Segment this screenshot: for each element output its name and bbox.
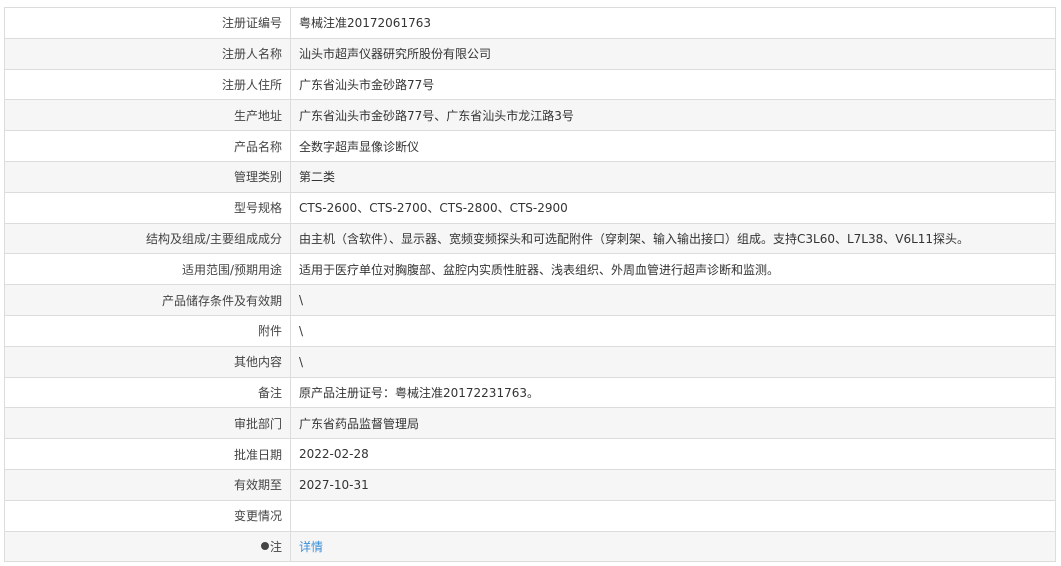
row-label: 有效期至	[4, 468, 291, 501]
table-row: 产品名称 全数字超声显像诊断仪	[4, 130, 1056, 162]
row-label: 适用范围/预期用途	[4, 253, 291, 286]
table-row: 有效期至 2027-10-31	[4, 468, 1056, 501]
table-row: 适用范围/预期用途 适用于医疗单位对胸腹部、盆腔内实质性脏器、浅表组织、外周血管进…	[4, 253, 1056, 286]
row-label: 批准日期	[4, 438, 291, 470]
row-value: 汕头市超声仪器研究所股份有限公司	[290, 37, 1056, 70]
table-row: 注册人名称 汕头市超声仪器研究所股份有限公司	[4, 37, 1056, 70]
table-row-note: 注 详情	[4, 530, 1056, 563]
row-value: 适用于医疗单位对胸腹部、盆腔内实质性脏器、浅表组织、外周血管进行超声诊断和监测。	[290, 253, 1056, 286]
row-value: 粤械注准20172061763	[290, 7, 1056, 39]
registration-detail-table: 注册证编号 粤械注准20172061763 注册人名称 汕头市超声仪器研究所股份有限公…	[4, 7, 1056, 563]
pin-icon	[260, 542, 269, 551]
row-value: 全数字超声显像诊断仪	[290, 130, 1056, 162]
row-label: 审批部门	[4, 407, 291, 440]
table-row: 批准日期 2022-02-28	[4, 438, 1056, 470]
row-value: \	[290, 314, 1056, 347]
row-label: 备注	[4, 376, 291, 409]
details-link[interactable]: 详情	[299, 540, 323, 554]
row-value: 原产品注册证号：粤械注准20172231763。	[290, 376, 1056, 409]
row-label: 注册人名称	[4, 37, 291, 70]
row-label: 注册人住所	[4, 68, 291, 101]
row-label: 管理类别	[4, 160, 291, 193]
row-label: 注	[4, 530, 291, 563]
row-label: 产品名称	[4, 130, 291, 162]
row-value	[290, 499, 1056, 532]
table-row: 管理类别 第二类	[4, 160, 1056, 193]
row-value: \	[290, 345, 1056, 378]
row-value: 由主机（含软件）、显示器、宽频变频探头和可选配附件（穿刺架、输入输出接口）组成。…	[290, 222, 1056, 255]
row-label: 变更情况	[4, 499, 291, 532]
row-value: CTS-2600、CTS-2700、CTS-2800、CTS-2900	[290, 191, 1056, 224]
row-value: 详情	[290, 530, 1056, 563]
table-row: 备注 原产品注册证号：粤械注准20172231763。	[4, 376, 1056, 409]
table-row: 型号规格 CTS-2600、CTS-2700、CTS-2800、CTS-2900	[4, 191, 1056, 224]
row-value: \	[290, 284, 1056, 316]
row-value: 2027-10-31	[290, 468, 1056, 501]
row-label: 产品储存条件及有效期	[4, 284, 291, 316]
row-label: 注册证编号	[4, 7, 291, 39]
row-label: 结构及组成/主要组成成分	[4, 222, 291, 255]
table-row: 其他内容 \	[4, 345, 1056, 378]
table-row: 附件 \	[4, 314, 1056, 347]
note-label: 注	[269, 539, 282, 554]
table-row: 审批部门 广东省药品监督管理局	[4, 407, 1056, 440]
row-value: 广东省药品监督管理局	[290, 407, 1056, 440]
row-label: 生产地址	[4, 99, 291, 132]
row-value: 广东省汕头市金砂路77号、广东省汕头市龙江路3号	[290, 99, 1056, 132]
row-value: 广东省汕头市金砂路77号	[290, 68, 1056, 101]
row-label: 型号规格	[4, 191, 291, 224]
table-row: 注册人住所 广东省汕头市金砂路77号	[4, 68, 1056, 101]
row-value: 第二类	[290, 160, 1056, 193]
row-value: 2022-02-28	[290, 438, 1056, 470]
table-row: 产品储存条件及有效期 \	[4, 284, 1056, 316]
row-label: 附件	[4, 314, 291, 347]
table-row: 生产地址 广东省汕头市金砂路77号、广东省汕头市龙江路3号	[4, 99, 1056, 132]
table-row: 变更情况	[4, 499, 1056, 532]
table-row: 注册证编号 粤械注准20172061763	[4, 7, 1056, 39]
row-label: 其他内容	[4, 345, 291, 378]
table-row: 结构及组成/主要组成成分 由主机（含软件）、显示器、宽频变频探头和可选配附件（穿刺…	[4, 222, 1056, 255]
